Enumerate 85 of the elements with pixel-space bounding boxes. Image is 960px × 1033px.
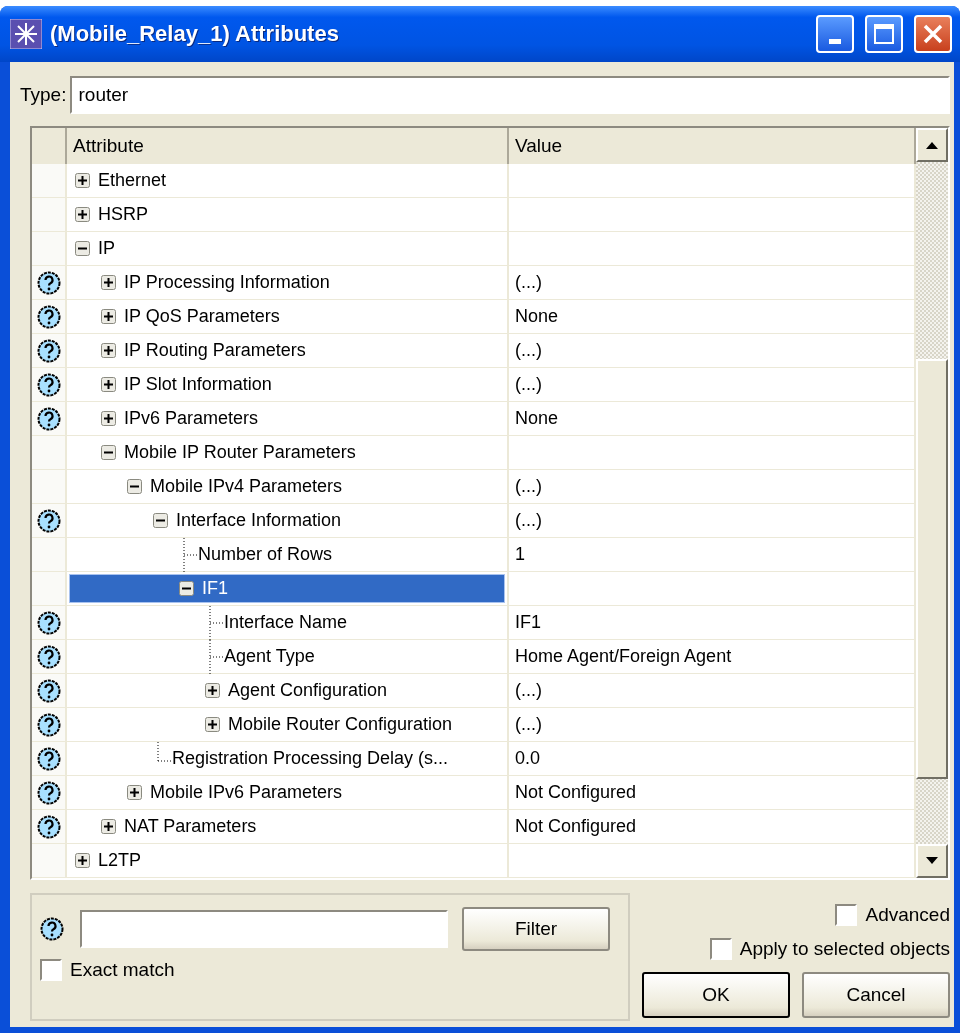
expand-icon[interactable] xyxy=(205,683,220,698)
attribute-name: Agent Type xyxy=(224,646,315,667)
attribute-name: IP Slot Information xyxy=(124,374,272,395)
expand-icon[interactable] xyxy=(205,717,220,732)
attribute-name: Mobile IP Router Parameters xyxy=(124,442,356,463)
close-icon xyxy=(922,23,944,45)
tree-connector-line xyxy=(209,606,225,640)
expand-icon[interactable] xyxy=(101,309,116,324)
tree-connector-line xyxy=(209,640,225,674)
attribute-name: L2TP xyxy=(98,850,142,871)
window-title: (Mobile_Relay_1) Attributes xyxy=(50,21,340,47)
maximize-icon xyxy=(873,23,895,45)
minimize-button[interactable] xyxy=(816,15,854,53)
attribute-name: Mobile IPv6 Parameters xyxy=(150,782,343,803)
attribute-name: Agent Configuration xyxy=(228,680,388,701)
help-icon xyxy=(36,678,61,703)
attribute-name: Registration Processing Delay (s... xyxy=(172,748,449,769)
help-icon xyxy=(36,270,61,295)
collapse-icon[interactable] xyxy=(75,241,90,256)
type-label: Type: xyxy=(20,84,67,106)
help-icon xyxy=(36,610,61,635)
attribute-name: Interface Information xyxy=(176,510,342,531)
ok-button[interactable]: OK xyxy=(642,972,790,1018)
help-icon xyxy=(36,304,61,329)
checkbox[interactable] xyxy=(40,959,62,981)
attribute-name: Mobile IPv4 Parameters xyxy=(150,476,343,497)
expand-icon[interactable] xyxy=(101,343,116,358)
help-icon xyxy=(36,814,61,839)
column-header[interactable]: Attribute xyxy=(67,128,509,164)
checkbox[interactable] xyxy=(835,904,858,926)
collapse-icon[interactable] xyxy=(179,581,194,596)
attribute-name: IP QoS Parameters xyxy=(124,306,280,327)
help-icon xyxy=(36,372,61,397)
type-field[interactable]: router xyxy=(70,76,950,114)
close-button[interactable] xyxy=(914,15,952,53)
tree-connector-line xyxy=(157,742,173,762)
checkbox[interactable] xyxy=(709,938,732,960)
expand-icon[interactable] xyxy=(101,275,116,290)
help-icon xyxy=(36,780,61,805)
scroll-thumb[interactable] xyxy=(916,358,948,779)
expand-icon[interactable] xyxy=(101,411,116,426)
help-icon xyxy=(36,508,61,533)
collapse-icon[interactable] xyxy=(153,513,168,528)
collapse-icon[interactable] xyxy=(127,479,142,494)
minimize-icon xyxy=(829,38,841,44)
expand-icon[interactable] xyxy=(127,785,142,800)
help-icon xyxy=(36,406,61,431)
down-arrow-icon xyxy=(926,857,938,865)
checkbox-label[interactable]: Advanced xyxy=(865,904,950,926)
attribute-name: Number of Rows xyxy=(198,544,333,565)
cancel-button[interactable]: Cancel xyxy=(802,972,950,1018)
expand-icon[interactable] xyxy=(101,377,116,392)
help-icon xyxy=(36,338,61,363)
attribute-name: IP Routing Parameters xyxy=(124,340,306,361)
filter-field[interactable] xyxy=(80,910,448,948)
maximize-button[interactable] xyxy=(865,15,903,53)
tree-connector-line xyxy=(183,538,199,572)
attribute-name: IPv6 Parameters xyxy=(124,408,259,429)
attribute-name: Ethernet xyxy=(98,170,167,191)
column-header[interactable]: Value xyxy=(509,128,916,164)
scrollbar[interactable] xyxy=(916,128,948,878)
checkbox-label[interactable]: Exact match xyxy=(70,959,175,981)
help-icon xyxy=(40,917,64,941)
column-header xyxy=(32,128,67,164)
checkbox-label[interactable]: Apply to selected objects xyxy=(739,938,950,960)
scroll-up-button[interactable] xyxy=(916,128,948,162)
expand-icon[interactable] xyxy=(75,207,90,222)
attribute-name: HSRP xyxy=(98,204,148,225)
star-icon xyxy=(10,19,42,49)
help-icon xyxy=(36,746,61,771)
collapse-icon[interactable] xyxy=(101,445,116,460)
attribute-name: Mobile Router Configuration xyxy=(228,714,453,735)
attribute-name: IP xyxy=(98,238,115,259)
expand-icon[interactable] xyxy=(75,173,90,188)
attribute-name: IF1 xyxy=(202,578,228,599)
filter-button[interactable]: Filter xyxy=(462,907,610,951)
help-icon xyxy=(36,644,61,669)
scroll-down-button[interactable] xyxy=(916,844,948,878)
attribute-name: Interface Name xyxy=(224,612,348,633)
help-icon xyxy=(36,712,61,737)
expand-icon[interactable] xyxy=(101,819,116,834)
attribute-name: NAT Parameters xyxy=(124,816,257,837)
expand-icon[interactable] xyxy=(75,853,90,868)
up-arrow-icon xyxy=(926,141,938,149)
attribute-name: IP Processing Information xyxy=(124,272,330,293)
